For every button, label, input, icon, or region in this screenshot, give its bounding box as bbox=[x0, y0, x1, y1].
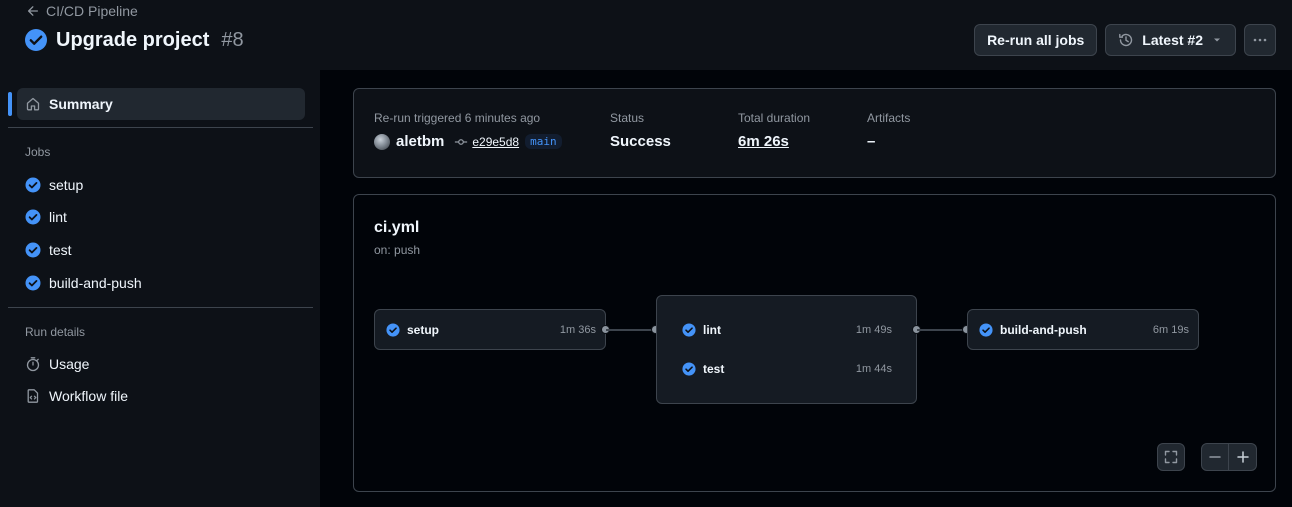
active-indicator bbox=[8, 92, 12, 116]
avatar[interactable] bbox=[374, 133, 390, 150]
job-node-test[interactable]: test 1m 44s bbox=[682, 361, 892, 377]
plus-icon bbox=[1236, 451, 1249, 463]
branch-badge[interactable]: main bbox=[525, 134, 562, 149]
job-name: test bbox=[703, 362, 725, 376]
kebab-horizontal-icon bbox=[1253, 38, 1267, 42]
job-node-build-and-push[interactable]: build-and-push 6m 19s bbox=[979, 322, 1189, 338]
jobs-heading: Jobs bbox=[25, 145, 51, 159]
sidebar-usage-label: Usage bbox=[49, 356, 90, 372]
job-group-lint-test: lint 1m 49s test 1m 44s bbox=[656, 295, 917, 404]
attempt-select-label: Latest #2 bbox=[1142, 32, 1203, 48]
page-header: CI/CD Pipeline Upgrade project #8 Re-run… bbox=[0, 0, 1292, 70]
sidebar-item-setup[interactable]: setup bbox=[17, 169, 305, 201]
job-name: setup bbox=[407, 323, 440, 337]
connector-line bbox=[917, 329, 963, 331]
workflow-graph: ci.yml on: push setup 1m 36s lint 1m 49s… bbox=[353, 194, 1276, 492]
commit-link[interactable]: e29e5d8 bbox=[454, 135, 519, 149]
run-title: Upgrade project bbox=[56, 28, 210, 51]
sidebar-workflow-file-label: Workflow file bbox=[49, 388, 129, 404]
back-link-label: CI/CD Pipeline bbox=[46, 3, 138, 19]
status-value: Success bbox=[610, 133, 671, 150]
check-circle-icon bbox=[25, 177, 41, 193]
rerun-all-jobs-label: Re-run all jobs bbox=[987, 32, 1085, 48]
artifacts-value: – bbox=[867, 133, 876, 150]
duration-value[interactable]: 6m 26s bbox=[738, 133, 810, 150]
sidebar-job-label: setup bbox=[49, 177, 84, 193]
job-duration: 1m 49s bbox=[855, 324, 892, 336]
sidebar-item-lint[interactable]: lint bbox=[17, 201, 305, 233]
sidebar-divider bbox=[8, 127, 313, 128]
sidebar-divider bbox=[8, 307, 313, 308]
check-circle-icon bbox=[979, 323, 993, 337]
minus-icon bbox=[1209, 456, 1221, 458]
job-card-setup: setup 1m 36s bbox=[374, 309, 606, 350]
sidebar-item-summary[interactable]: Summary bbox=[17, 88, 305, 120]
check-circle-icon bbox=[386, 323, 400, 337]
zoom-controls bbox=[1201, 443, 1257, 471]
run-details-heading: Run details bbox=[25, 325, 86, 339]
job-duration: 6m 19s bbox=[1152, 324, 1189, 336]
caret-down-icon bbox=[1214, 38, 1220, 42]
screen-full-icon bbox=[1164, 450, 1178, 464]
history-icon bbox=[1119, 33, 1133, 47]
commit-sha: e29e5d8 bbox=[472, 134, 520, 149]
check-circle-icon bbox=[682, 362, 696, 376]
sidebar-job-label: lint bbox=[49, 209, 67, 225]
zoom-out-button[interactable] bbox=[1201, 443, 1229, 471]
artifacts-label: Artifacts bbox=[867, 111, 911, 125]
sidebar-item-workflow-file[interactable]: Workflow file bbox=[17, 380, 305, 412]
job-name: lint bbox=[703, 323, 721, 337]
actor-name[interactable]: aletbm bbox=[396, 133, 444, 150]
duration-label: Total duration bbox=[738, 111, 811, 125]
home-icon bbox=[26, 97, 40, 111]
file-code-icon bbox=[27, 389, 39, 403]
trigger-info: Re-run triggered 6 minutes ago aletbm e2… bbox=[374, 111, 562, 150]
check-circle-icon bbox=[25, 209, 41, 225]
zoom-in-button[interactable] bbox=[1229, 443, 1257, 471]
sidebar-item-test[interactable]: test bbox=[17, 234, 305, 266]
rerun-all-jobs-button[interactable]: Re-run all jobs bbox=[974, 24, 1098, 56]
status-label: Status bbox=[610, 111, 645, 125]
graph-controls-left bbox=[1157, 443, 1185, 471]
page-title: Upgrade project #8 bbox=[24, 28, 244, 52]
check-circle-icon bbox=[25, 275, 41, 291]
arrow-left-icon bbox=[27, 6, 39, 16]
job-card-build-and-push: build-and-push 6m 19s bbox=[967, 309, 1199, 350]
job-name: build-and-push bbox=[1000, 323, 1087, 337]
sidebar-item-build-and-push[interactable]: build-and-push bbox=[17, 267, 305, 299]
workflow-file-name: ci.yml bbox=[374, 219, 420, 236]
main-content: Re-run triggered 6 minutes ago aletbm e2… bbox=[320, 70, 1292, 507]
status-info: Status Success bbox=[610, 111, 671, 150]
connector-line bbox=[606, 329, 652, 331]
trigger-label: Re-run triggered 6 minutes ago bbox=[374, 111, 541, 125]
check-circle-icon bbox=[682, 323, 696, 337]
sidebar-job-label: test bbox=[49, 242, 72, 258]
back-link[interactable]: CI/CD Pipeline bbox=[26, 3, 138, 19]
sidebar: Summary Jobs setup lint test build-and-p… bbox=[0, 70, 320, 507]
more-options-button[interactable] bbox=[1244, 24, 1276, 56]
job-node-setup[interactable]: setup 1m 36s bbox=[386, 322, 596, 338]
sidebar-item-usage[interactable]: Usage bbox=[17, 348, 305, 380]
run-summary-card: Re-run triggered 6 minutes ago aletbm e2… bbox=[353, 88, 1276, 178]
fullscreen-button[interactable] bbox=[1157, 443, 1185, 471]
artifacts-info: Artifacts – bbox=[867, 111, 910, 150]
workflow-trigger: on: push bbox=[374, 243, 421, 257]
stopwatch-icon bbox=[26, 357, 40, 372]
git-commit-icon bbox=[455, 138, 468, 145]
attempt-select-button[interactable]: Latest #2 bbox=[1105, 24, 1236, 56]
sidebar-job-label: build-and-push bbox=[49, 275, 142, 291]
check-circle-icon bbox=[25, 29, 47, 51]
duration-info: Total duration 6m 26s bbox=[738, 111, 810, 150]
job-node-lint[interactable]: lint 1m 49s bbox=[682, 322, 892, 338]
job-duration: 1m 44s bbox=[855, 363, 892, 375]
check-circle-icon bbox=[25, 242, 41, 258]
sidebar-summary-label: Summary bbox=[49, 96, 113, 112]
run-number: #8 bbox=[221, 28, 244, 51]
job-duration: 1m 36s bbox=[559, 324, 596, 336]
